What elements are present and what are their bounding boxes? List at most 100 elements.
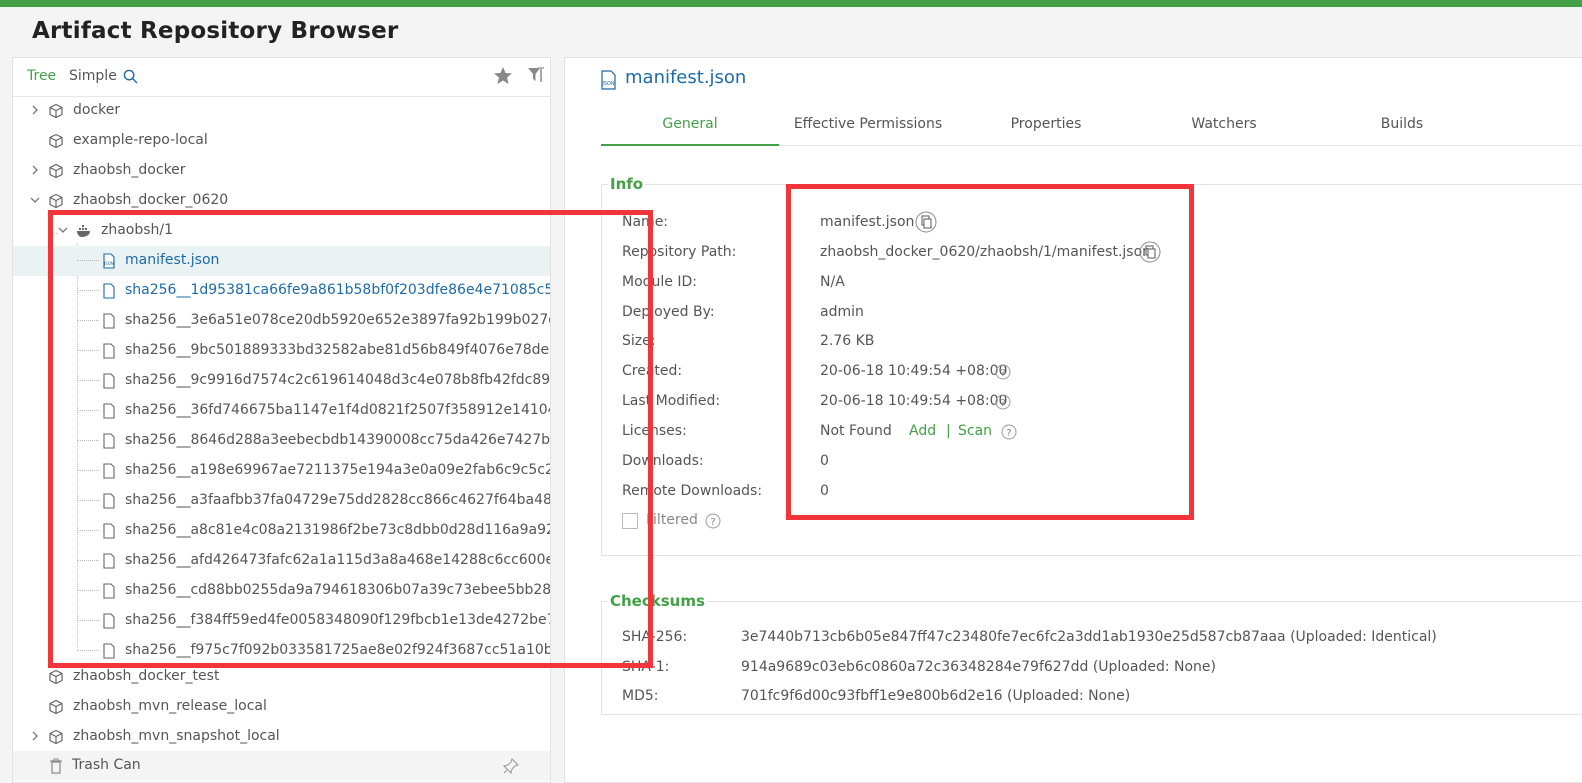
tree-item-label: sha256__f384ff59ed4fe0058348090f129fbcb1… bbox=[125, 612, 551, 628]
tree-item-file[interactable]: sha256__9c9916d7574c2c619614048d3c4e078b… bbox=[13, 366, 550, 396]
copy-icon[interactable] bbox=[1139, 241, 1161, 263]
module-id-value: N/A bbox=[820, 274, 845, 290]
tree-item-zhaobsh-docker-0620[interactable]: zhaobsh_docker_0620 bbox=[13, 186, 550, 216]
add-license-link[interactable]: Add bbox=[909, 423, 936, 439]
file-icon bbox=[103, 553, 115, 569]
tree-item-example-repo-local[interactable]: example-repo-local bbox=[13, 126, 550, 156]
tree-item-label: sha256__1d95381ca66fe9a861b58bf0f203dfe8… bbox=[125, 282, 551, 298]
tree-item-file[interactable]: sha256__afd426473fafc62a1a115d3a8a468e14… bbox=[13, 546, 551, 576]
pin-icon[interactable] bbox=[503, 758, 519, 774]
chevron-right-icon[interactable] bbox=[30, 165, 40, 175]
tree-item-zhaobsh-docker[interactable]: zhaobsh_docker bbox=[13, 156, 550, 186]
file-icon bbox=[103, 373, 115, 389]
licenses-value: Not Found bbox=[820, 423, 892, 439]
tree-guide-line bbox=[77, 320, 99, 321]
file-icon bbox=[103, 643, 115, 659]
tree-guide-line bbox=[77, 590, 99, 591]
chevron-down-icon[interactable] bbox=[58, 225, 68, 235]
tree-item-zhaobsh-mvn-release-local[interactable]: zhaobsh_mvn_release_local bbox=[13, 692, 550, 722]
tab-general[interactable]: General bbox=[601, 116, 779, 146]
copy-icon[interactable] bbox=[915, 211, 937, 233]
help-icon[interactable]: ? bbox=[1001, 424, 1017, 440]
trash-icon bbox=[50, 758, 62, 774]
md5-label: MD5: bbox=[622, 688, 659, 704]
tree-item-file[interactable]: sha256__9bc501889333bd32582abe81d56b849f… bbox=[13, 336, 550, 366]
tree-item-file[interactable]: sha256__1d95381ca66fe9a861b58bf0f203dfe8… bbox=[13, 276, 551, 306]
tree-item-file[interactable]: sha256__cd88bb0255da9a794618306b07a39c73… bbox=[13, 576, 551, 606]
tree-item-zhaobsh-docker-test[interactable]: zhaobsh_docker_test bbox=[13, 662, 550, 692]
remote-downloads-value: 0 bbox=[820, 483, 829, 499]
tree-item-label: sha256__cd88bb0255da9a794618306b07a39c73… bbox=[125, 582, 551, 598]
downloads-value: 0 bbox=[820, 453, 829, 469]
tab-builds[interactable]: Builds bbox=[1313, 116, 1491, 146]
remote-downloads-label: Remote Downloads: bbox=[622, 483, 763, 499]
simple-view-tab[interactable]: Simple bbox=[69, 68, 117, 84]
help-icon[interactable]: ? bbox=[995, 394, 1011, 410]
file-icon bbox=[103, 283, 115, 299]
file-icon bbox=[103, 583, 115, 599]
tab-effective-permissions[interactable]: Effective Permissions bbox=[779, 116, 957, 146]
license-link-separator: | bbox=[946, 423, 951, 439]
tree-item-label: sha256__afd426473fafc62a1a115d3a8a468e14… bbox=[125, 552, 551, 568]
tree-item-file[interactable]: sha256__a3faafbb37fa04729e75dd2828cc866c… bbox=[13, 486, 550, 516]
tree-guide-line bbox=[77, 470, 99, 471]
last-modified-label: Last Modified: bbox=[622, 393, 721, 409]
tree-item-zhaobsh-1[interactable]: zhaobsh/1 bbox=[13, 216, 550, 246]
tree-guide-line bbox=[77, 350, 99, 351]
tree-item-label: sha256__36fd746675ba1147e1f4d0821f2507f3… bbox=[125, 402, 551, 418]
info-section-title: Info bbox=[608, 175, 646, 193]
tree-item-file[interactable]: sha256__f384ff59ed4fe0058348090f129fbcb1… bbox=[13, 606, 551, 636]
search-icon[interactable] bbox=[123, 69, 138, 84]
scan-license-link[interactable]: Scan bbox=[958, 423, 992, 439]
tree-guide-line bbox=[77, 620, 99, 621]
tree-guide-line bbox=[77, 650, 99, 651]
checksums-section-title: Checksums bbox=[608, 592, 707, 610]
tree-item-file[interactable]: sha256__a198e69967ae7211375e194a3e0a09e2… bbox=[13, 456, 550, 486]
tree-item-label: sha256__a8c81e4c08a2131986f2be73c8dbb0d2… bbox=[125, 522, 551, 538]
page-title: Artifact Repository Browser bbox=[32, 18, 399, 44]
downloads-label: Downloads: bbox=[622, 453, 704, 469]
repo-icon bbox=[49, 163, 63, 179]
repo-icon bbox=[49, 669, 63, 685]
md5-value: 701fc9f6d00c93fbff1e9e800b6d2e16 (Upload… bbox=[741, 688, 1131, 704]
help-icon[interactable]: ? bbox=[995, 364, 1011, 380]
tree-guide-line bbox=[77, 410, 99, 411]
file-icon bbox=[103, 613, 115, 629]
tree-item-file[interactable]: sha256__8646d288a3eebecbdb14390008cc75da… bbox=[13, 426, 550, 456]
tree-item-label: docker bbox=[73, 102, 121, 118]
tab-properties[interactable]: Properties bbox=[957, 116, 1135, 146]
repo-icon bbox=[49, 699, 63, 715]
star-icon[interactable] bbox=[493, 66, 513, 86]
tree-item-label: zhaobsh_mvn_release_local bbox=[73, 698, 267, 714]
sha256-value: 3e7440b713cb6b05e847ff47c23480fe7ec6fc2a… bbox=[741, 629, 1437, 645]
svg-text:?: ? bbox=[1000, 368, 1005, 379]
json-file-icon: JSON bbox=[103, 253, 115, 269]
chevron-right-icon[interactable] bbox=[30, 731, 40, 741]
tree-item-file[interactable]: sha256__a8c81e4c08a2131986f2be73c8dbb0d2… bbox=[13, 516, 551, 546]
file-icon bbox=[103, 313, 115, 329]
tree-item-file[interactable]: sha256__36fd746675ba1147e1f4d0821f2507f3… bbox=[13, 396, 551, 426]
tree-item-file[interactable]: sha256__3e6a51e078ce20db5920e652e3897fa9… bbox=[13, 306, 550, 336]
chevron-down-icon[interactable] bbox=[30, 195, 40, 205]
svg-text:?: ? bbox=[1006, 428, 1011, 439]
filtered-checkbox[interactable] bbox=[622, 513, 638, 529]
repository-path-label: Repository Path: bbox=[622, 244, 737, 260]
tree-item-trash-can[interactable]: Trash Can bbox=[13, 751, 550, 781]
file-icon bbox=[103, 403, 115, 419]
tree-item-docker[interactable]: docker bbox=[13, 96, 550, 126]
file-title: manifest.json bbox=[625, 67, 747, 88]
tree-item-manifest-json[interactable]: JSON manifest.json bbox=[13, 246, 550, 276]
help-icon[interactable]: ? bbox=[705, 513, 721, 529]
chevron-right-icon[interactable] bbox=[30, 105, 40, 115]
tree-item-zhaobsh-mvn-snapshot-local[interactable]: zhaobsh_mvn_snapshot_local bbox=[13, 722, 550, 752]
tab-watchers[interactable]: Watchers bbox=[1135, 116, 1313, 146]
filter-icon[interactable] bbox=[527, 66, 545, 84]
repo-icon bbox=[49, 133, 63, 149]
tree-guide-line bbox=[77, 560, 99, 561]
file-icon bbox=[103, 523, 115, 539]
deployed-by-label: Deployed By: bbox=[622, 304, 715, 320]
tree-item-label: zhaobsh_docker_test bbox=[73, 668, 220, 684]
svg-text:?: ? bbox=[1000, 398, 1005, 409]
json-file-icon: JSON bbox=[601, 70, 616, 90]
tree-view-tab[interactable]: Tree bbox=[27, 68, 56, 84]
